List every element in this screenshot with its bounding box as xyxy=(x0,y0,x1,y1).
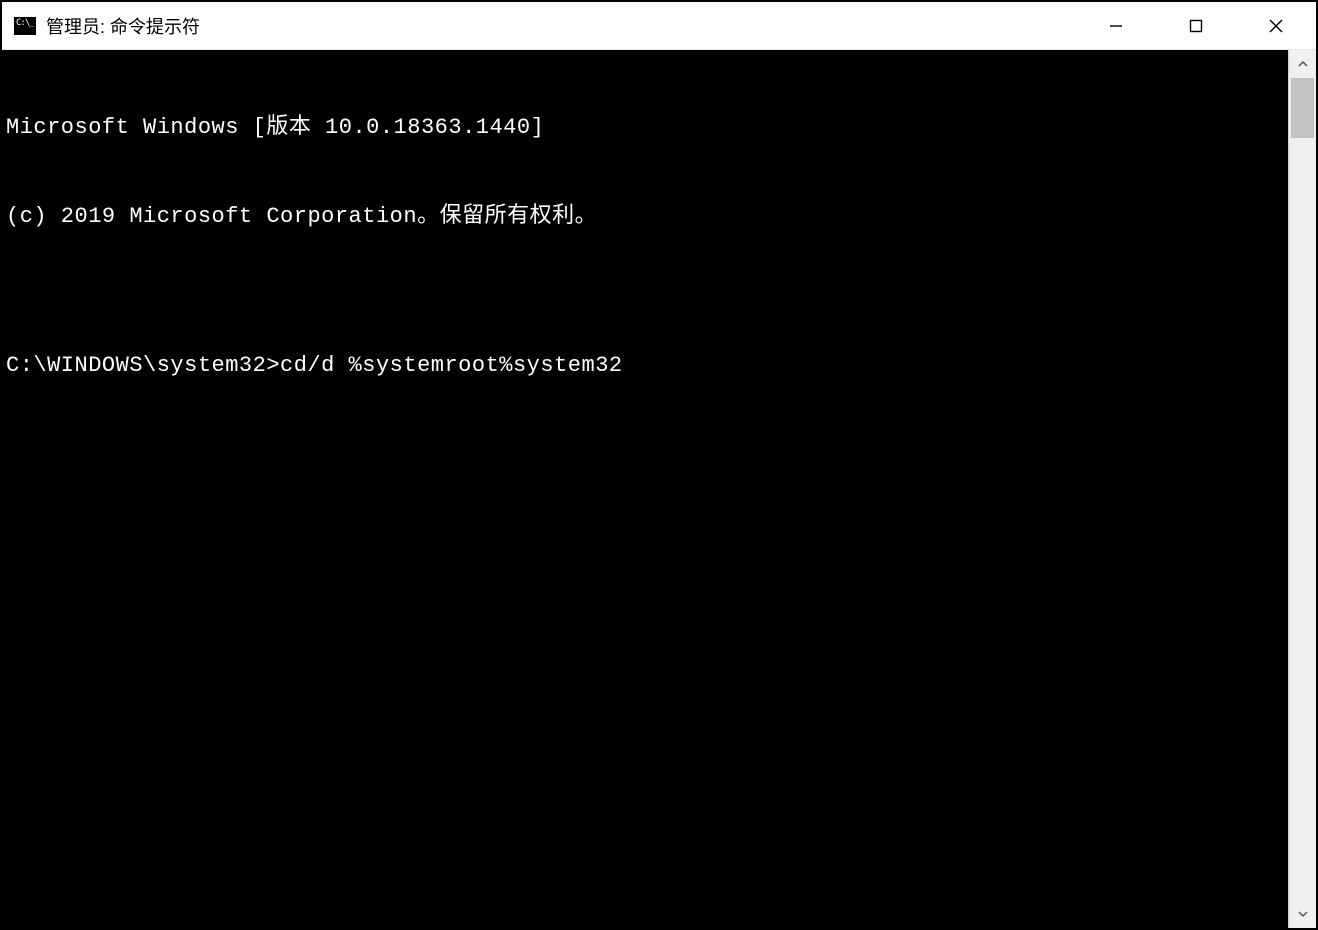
scroll-down-button[interactable] xyxy=(1289,900,1316,928)
maximize-button[interactable] xyxy=(1156,2,1236,49)
terminal-line: (c) 2019 Microsoft Corporation。保留所有权利。 xyxy=(6,202,1286,232)
cmd-icon xyxy=(14,17,36,35)
vertical-scrollbar[interactable] xyxy=(1288,50,1316,928)
titlebar[interactable]: 管理员: 命令提示符 xyxy=(2,2,1316,50)
terminal-prompt-line: C:\WINDOWS\system32>cd/d %systemroot%sys… xyxy=(6,351,1286,381)
window-controls xyxy=(1076,2,1316,49)
close-button[interactable] xyxy=(1236,2,1316,49)
minimize-icon xyxy=(1109,19,1123,33)
window: 管理员: 命令提示符 Microsoft Windows [版本 10.0.18… xyxy=(2,2,1316,928)
window-title: 管理员: 命令提示符 xyxy=(46,13,1076,39)
client-area: Microsoft Windows [版本 10.0.18363.1440] (… xyxy=(2,50,1316,928)
close-icon xyxy=(1269,19,1283,33)
scrollbar-thumb[interactable] xyxy=(1291,78,1314,138)
chevron-down-icon xyxy=(1298,909,1308,919)
terminal-output[interactable]: Microsoft Windows [版本 10.0.18363.1440] (… xyxy=(2,50,1288,928)
scrollbar-track[interactable] xyxy=(1289,78,1316,900)
maximize-icon xyxy=(1189,19,1203,33)
scroll-up-button[interactable] xyxy=(1289,50,1316,78)
terminal-prompt: C:\WINDOWS\system32> xyxy=(6,351,280,381)
terminal-command: cd/d %systemroot%system32 xyxy=(280,351,623,381)
chevron-up-icon xyxy=(1298,59,1308,69)
minimize-button[interactable] xyxy=(1076,2,1156,49)
terminal-line: Microsoft Windows [版本 10.0.18363.1440] xyxy=(6,113,1286,143)
